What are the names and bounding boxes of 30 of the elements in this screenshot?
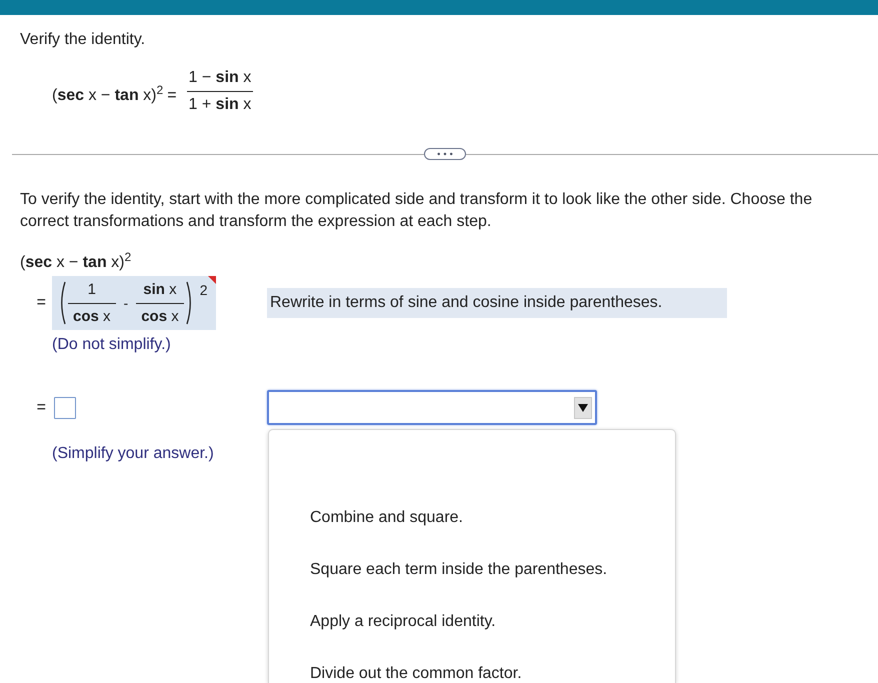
dropdown-option[interactable]: Square each term inside the parentheses. <box>269 561 675 579</box>
dropdown-option[interactable]: Divide out the common factor. <box>269 665 675 683</box>
exponent: 2 <box>200 282 208 298</box>
expand-button[interactable] <box>424 148 466 160</box>
ellipsis-icon <box>437 152 453 156</box>
answer-hint: (Do not simplify.) <box>52 335 171 355</box>
fraction-denominator: cos x <box>72 306 112 326</box>
fraction-numerator: sin x <box>142 280 178 300</box>
fraction-denominator: cos x <box>140 306 180 326</box>
equals-sign: = <box>167 86 177 106</box>
identity-left-side: (sec x − tan x)$^{2}$ <box>52 84 164 106</box>
instructions-text: To verify the identity, start with the more complicated side and transform it to look like the other side. Choose the correct transformations and transform the expression at each step. <box>20 190 814 232</box>
answer-box[interactable] <box>54 396 76 418</box>
reason-text: Rewrite in terms of sine and cosine inside parentheses. <box>267 288 727 318</box>
reason-dropdown[interactable] <box>267 390 597 425</box>
question-prompt: Verify the identity. <box>20 30 146 50</box>
fraction-numerator: 1 − sin x <box>188 68 252 88</box>
minus-sign: - <box>124 294 128 312</box>
equals-sign: = <box>36 398 46 418</box>
fraction-numerator: 1 <box>86 280 97 300</box>
dropdown-option[interactable]: Apply a reciprocal identity. <box>269 613 675 631</box>
starting-expression: (sec x − tan x)$^{2}$ <box>20 252 132 273</box>
answer-hint: (Simplify your answer.) <box>52 444 214 464</box>
left-parenthesis-icon <box>58 281 66 325</box>
caret-icon <box>574 396 592 418</box>
fraction-denominator: 1 + sin x <box>188 95 252 115</box>
right-parenthesis-icon <box>186 281 194 325</box>
entered-answer[interactable]: 1 cos x - sin x cos x 2 <box>52 276 216 330</box>
dropdown-option[interactable]: Combine and square. <box>269 509 675 527</box>
equals-sign: = <box>36 293 46 313</box>
